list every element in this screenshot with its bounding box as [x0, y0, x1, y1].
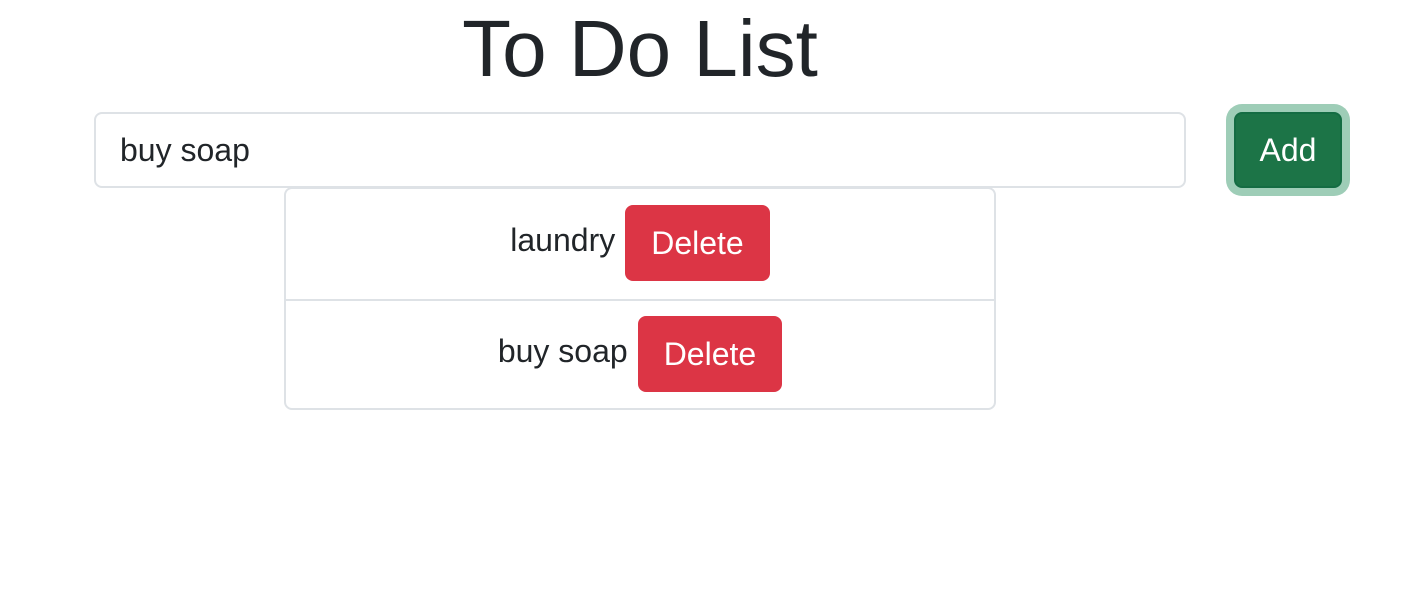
task-text: buy soap: [497, 332, 628, 369]
page-title: To Do List: [462, 4, 818, 93]
list-item: buy soap Delete: [286, 299, 994, 408]
delete-button[interactable]: Delete: [637, 316, 783, 392]
task-list: laundry Delete buy soap Delete: [284, 187, 996, 410]
add-button[interactable]: Add: [1234, 112, 1342, 188]
delete-button[interactable]: Delete: [625, 205, 770, 281]
list-item: laundry Delete: [286, 189, 994, 299]
todo-page: To Do List Add laundry Delete buy soap D…: [0, 0, 1414, 602]
task-input[interactable]: [94, 112, 1186, 188]
task-text: laundry: [510, 221, 616, 258]
